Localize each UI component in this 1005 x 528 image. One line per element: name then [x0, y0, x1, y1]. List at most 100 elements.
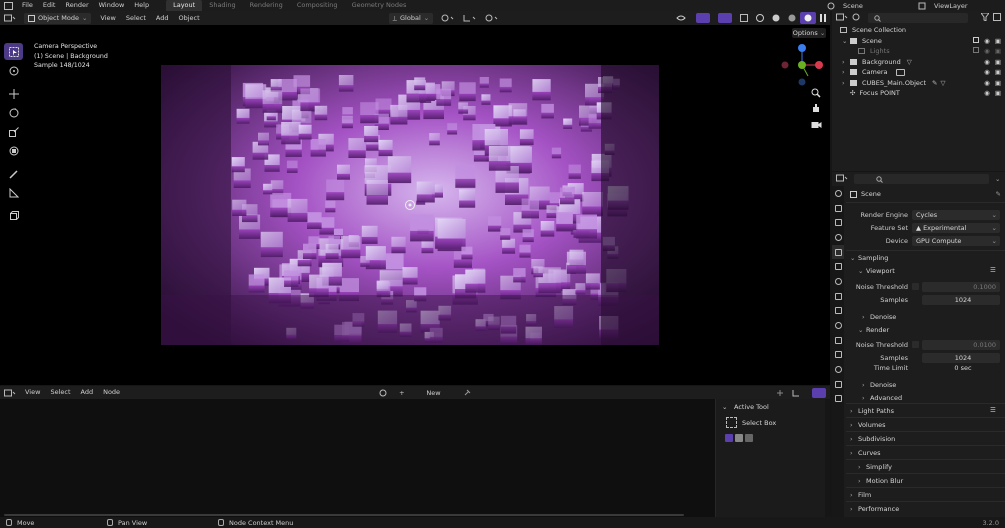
- camera-render-icon[interactable]: ▣: [995, 37, 1001, 45]
- pan-hand-icon[interactable]: [811, 103, 821, 115]
- outliner-row-cubes-main[interactable]: › CUBES_Main.Object ✎ ▽ ◉ ▣: [832, 78, 1005, 89]
- add-icon[interactable]: +: [395, 387, 408, 399]
- pin-icon[interactable]: ✎: [996, 190, 1001, 198]
- exclude-checkbox[interactable]: [973, 47, 980, 54]
- tab-compositing[interactable]: Compositing: [290, 0, 345, 11]
- outliner-row-camera[interactable]: › Camera ◉ ▣: [832, 67, 1005, 78]
- render-noise-threshold-checkbox[interactable]: [912, 341, 919, 348]
- scene-tab-icon[interactable]: [832, 244, 844, 260]
- xray-icon[interactable]: [736, 12, 752, 24]
- pause-render-icon[interactable]: [816, 12, 830, 24]
- tab-layout[interactable]: Layout: [166, 0, 203, 11]
- snap-icon[interactable]: [459, 12, 481, 24]
- menu-help[interactable]: Help: [129, 0, 154, 11]
- render-engine-dropdown[interactable]: Cycles ⌄: [912, 209, 1000, 220]
- menu-add[interactable]: Add: [151, 13, 174, 24]
- select-mode-extend-icon[interactable]: [735, 434, 743, 442]
- select-mode-new-icon[interactable]: [725, 434, 733, 442]
- rotate-tool[interactable]: [4, 104, 23, 121]
- outliner-row-background[interactable]: › Background ▽ ◉ ▣: [832, 57, 1005, 68]
- world-tab-icon[interactable]: [832, 259, 844, 274]
- wireframe-shading-icon[interactable]: [752, 12, 768, 24]
- snap-icon[interactable]: [788, 387, 808, 399]
- exclude-checkbox[interactable]: [973, 36, 980, 43]
- editor-type-icon[interactable]: [836, 13, 848, 23]
- transform-orientation-selector[interactable]: ⟂ Global ⌄: [385, 12, 438, 24]
- subpanel-render[interactable]: ⌄ Render: [858, 323, 889, 337]
- editor-type-icon[interactable]: [0, 387, 20, 399]
- tab-geometry-nodes[interactable]: Geometry Nodes: [345, 0, 414, 11]
- eye-icon[interactable]: ◉: [984, 89, 990, 97]
- device-dropdown[interactable]: GPU Compute ⌄: [912, 235, 1000, 246]
- menu-window[interactable]: Window: [94, 0, 130, 11]
- physics-tab-icon[interactable]: [832, 333, 844, 348]
- render-noise-threshold-field[interactable]: 0.0100: [922, 339, 1000, 350]
- time-limit-field[interactable]: 0 sec: [922, 362, 1000, 373]
- camera-render-icon[interactable]: ▣: [995, 58, 1001, 66]
- new-collection-icon[interactable]: [993, 13, 1001, 23]
- camera-render-icon[interactable]: ▣: [995, 47, 1001, 55]
- navigation-gizmo[interactable]: [780, 43, 825, 88]
- move-tool[interactable]: [4, 85, 23, 102]
- node-editor-canvas[interactable]: [0, 399, 715, 517]
- object-tab-icon[interactable]: [832, 289, 844, 304]
- annotate-tool[interactable]: [4, 165, 23, 182]
- measure-tool[interactable]: [4, 184, 23, 201]
- filter-icon[interactable]: [980, 12, 990, 23]
- backdrop-icon[interactable]: [772, 387, 788, 399]
- eye-icon[interactable]: ◉: [984, 58, 990, 66]
- output-tab-icon[interactable]: [832, 215, 844, 230]
- eye-icon[interactable]: ◉: [984, 37, 990, 45]
- render-tab-icon[interactable]: [832, 201, 844, 216]
- editor-type-icon[interactable]: [0, 12, 20, 24]
- viewport-samples-field[interactable]: 1024: [922, 294, 1000, 305]
- subpanel-viewport[interactable]: ⌄ Viewport: [858, 264, 895, 278]
- modifier-tab-icon[interactable]: [832, 304, 844, 319]
- panel-film[interactable]: › Film: [850, 488, 871, 502]
- object-mode-selector[interactable]: Object Mode ⌄: [20, 12, 95, 24]
- view-layer-tab-icon[interactable]: [832, 230, 844, 245]
- tab-rendering[interactable]: Rendering: [243, 0, 290, 11]
- select-box-tool[interactable]: [4, 43, 23, 60]
- panel-simplify[interactable]: › Simplify: [858, 460, 892, 474]
- options-button[interactable]: Options ⌄: [792, 28, 826, 38]
- display-mode-icon[interactable]: [852, 13, 864, 23]
- list-menu-icon[interactable]: ☰: [990, 406, 996, 414]
- list-menu-icon[interactable]: ☰: [990, 266, 996, 274]
- subpanel-render-denoise[interactable]: › Denoise: [862, 378, 896, 392]
- outliner-row-focus-point[interactable]: ✣ Focus POINT ◉ ▣: [832, 88, 1005, 99]
- viewport-noise-threshold-checkbox[interactable]: [912, 283, 919, 290]
- eye-icon[interactable]: ◉: [984, 68, 990, 76]
- camera-render-icon[interactable]: ▣: [995, 68, 1001, 76]
- editor-type-icon[interactable]: [0, 0, 17, 12]
- proportional-edit-icon[interactable]: [481, 12, 503, 24]
- menu-node[interactable]: Node: [98, 387, 125, 398]
- texture-tab-icon[interactable]: [832, 392, 844, 407]
- world-type-icon[interactable]: [375, 387, 395, 399]
- zoom-icon[interactable]: [811, 88, 821, 100]
- select-mode-subtract-icon[interactable]: [745, 434, 753, 442]
- eye-icon[interactable]: ◉: [984, 47, 990, 55]
- menu-edit[interactable]: Edit: [38, 0, 61, 11]
- render-samples-field[interactable]: 1024: [922, 352, 1000, 363]
- menu-view[interactable]: View: [20, 387, 45, 398]
- transform-tool[interactable]: [4, 142, 23, 159]
- pin-icon[interactable]: [459, 387, 475, 399]
- menu-render[interactable]: Render: [60, 0, 93, 11]
- outliner-search-field[interactable]: [868, 13, 968, 23]
- collection-tab-icon[interactable]: [832, 274, 844, 289]
- particles-tab-icon[interactable]: [832, 318, 844, 333]
- outliner-row-lights[interactable]: Lights ◉ ▣: [832, 46, 1005, 57]
- panel-performance[interactable]: › Performance: [850, 502, 899, 516]
- camera-render-icon[interactable]: ▣: [995, 79, 1001, 87]
- outliner-row-scene-collection[interactable]: Scene Collection: [832, 25, 1005, 36]
- panel-subdivision[interactable]: › Subdivision: [850, 432, 895, 446]
- viewport-noise-threshold-field[interactable]: 0.1000: [922, 281, 1000, 292]
- panel-volumes[interactable]: › Volumes: [850, 418, 886, 432]
- visibility-icon[interactable]: [672, 12, 692, 24]
- menu-select[interactable]: Select: [45, 387, 75, 398]
- node-editor-h-scrollbar[interactable]: [4, 514, 684, 516]
- properties-search-field[interactable]: [854, 174, 989, 184]
- material-tab-icon[interactable]: [832, 377, 844, 392]
- subpanel-viewport-denoise[interactable]: › Denoise: [862, 310, 896, 324]
